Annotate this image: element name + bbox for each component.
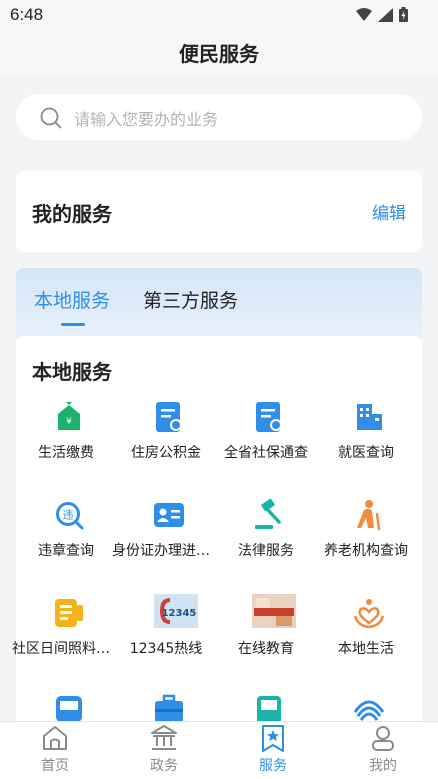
service-item-living-payment[interactable]: ¥ 生活缴费 [16,400,116,490]
service-item-social-security[interactable]: 全省社保通查 [216,400,316,490]
svg-text:违: 违 [63,509,74,522]
service-star-icon [262,725,284,752]
service-item-housing-fund[interactable]: 住房公积金 [116,400,216,490]
elderly-icon [357,500,381,531]
search-input[interactable]: 请输入您要办的业务 [16,94,422,140]
tab-third-party-services[interactable]: 第三方服务 [143,286,238,313]
local-services-title: 本地服务 [32,360,112,384]
svg-text:12345: 12345 [162,608,197,619]
service-label: 12345热线 [129,641,203,657]
service-tabs: 本地服务 第三方服务 [16,268,422,338]
service-label: 养老机构查询 [324,543,408,559]
service-label: 生活缴费 [38,445,94,461]
bottom-tab-bar: 首页 政务 服务 我的 [0,721,438,779]
government-icon [151,725,177,750]
tabbar-item-service[interactable]: 服务 [233,722,313,779]
service-label: 住房公积金 [131,445,201,461]
service-item-id-card-progress[interactable]: 身份证办理进度查询 [112,498,220,588]
user-icon [372,726,394,751]
tabbar-label: 首页 [41,758,69,774]
id-card-icon [154,503,184,527]
service-label: 社区日间照料中心 [12,641,120,657]
tabbar-label: 政务 [150,758,178,774]
search-placeholder: 请输入您要办的业务 [74,110,219,129]
service-label: 全省社保通查 [224,445,308,461]
service-label: 本地生活 [338,641,394,657]
service-label: 违章查询 [38,543,94,559]
service-item-elderly-care[interactable]: 养老机构查询 [316,498,416,588]
education-icon [252,594,296,628]
service-label: 身份证办理进度查询 [112,543,220,559]
service-item-local-life[interactable]: 本地生活 [316,596,416,686]
service-item-hospital-query[interactable]: 就医查询 [316,400,416,490]
my-services-card: 我的服务 编辑 [16,171,422,252]
tabbar-item-government[interactable]: 政务 [124,722,204,779]
tabbar-item-home[interactable]: 首页 [15,722,95,779]
service-item-violation-query[interactable]: 违 违章查询 [16,498,116,588]
community-care-icon [55,599,83,627]
home-icon [43,726,67,750]
service-item-12345-hotline[interactable]: 12345 12345热线 [116,594,216,686]
page-title: 便民服务 [0,30,438,78]
social-security-icon [256,402,282,432]
battery-icon [399,7,408,22]
tab-local-services[interactable]: 本地服务 [34,286,110,313]
local-services-panel: 本地服务 ¥ 生活缴费 住房公积金 全省社保通查 就医查询 违 违章查询 身份证… [12,336,422,736]
service-label: 在线教育 [238,641,294,657]
housing-fund-icon [156,402,182,432]
edit-button[interactable]: 编辑 [372,199,406,224]
service-item-community-day-care[interactable]: 社区日间照料中心 [12,596,120,686]
wifi-icon [356,7,372,21]
gavel-icon [255,498,281,529]
service-item-legal-service[interactable]: 法律服务 [216,498,316,588]
tabbar-label: 我的 [369,758,397,774]
hotline-12345-icon: 12345 [154,594,198,628]
tabbar-item-mine[interactable]: 我的 [343,722,423,779]
service-label: 法律服务 [238,543,294,559]
svg-text:¥: ¥ [66,417,72,427]
my-services-title: 我的服务 [32,202,112,226]
local-life-icon [353,599,385,629]
status-time: 6:48 [10,5,44,24]
bill-house-icon: ¥ [58,402,80,430]
search-area: 请输入您要办的业务 [0,78,438,144]
hospital-icon [357,404,382,430]
signal-icon [378,7,393,22]
active-tab-indicator [61,323,85,326]
status-icons [356,7,408,22]
tabbar-label: 服务 [259,758,287,774]
violation-icon: 违 [56,502,84,530]
search-icon [40,107,62,129]
service-item-online-education[interactable]: 在线教育 [216,594,316,686]
service-label: 就医查询 [338,445,394,461]
status-bar: 6:48 [0,0,438,30]
